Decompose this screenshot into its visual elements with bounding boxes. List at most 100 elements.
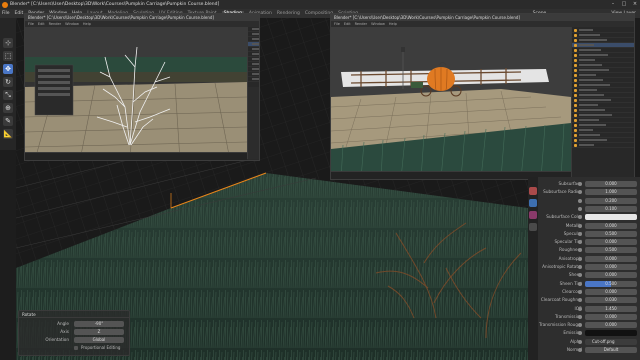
- property-row: Transmission Roug... 0.000: [538, 321, 640, 329]
- socket-dot-icon[interactable]: [578, 348, 582, 352]
- property-row: Subsurface Color: [538, 213, 640, 221]
- left-render-view[interactable]: [25, 27, 247, 160]
- axis-row: Axis Z: [19, 328, 129, 335]
- scale-icon[interactable]: ⤡: [3, 90, 13, 100]
- minimize-button[interactable]: –: [608, 0, 618, 9]
- rotate-icon[interactable]: ↻: [3, 77, 13, 87]
- proportional-checkbox[interactable]: [74, 346, 78, 350]
- object-icon: [574, 133, 577, 137]
- property-field[interactable]: Default: [585, 347, 637, 353]
- property-row: Metallic 0.000: [538, 222, 640, 229]
- outliner-item[interactable]: [572, 143, 634, 148]
- socket-dot-icon[interactable]: [578, 265, 582, 269]
- blender-logo-icon: [2, 1, 8, 8]
- property-field[interactable]: 0.000: [585, 222, 637, 229]
- maximize-button[interactable]: □: [619, 0, 629, 9]
- item-name-placeholder: [579, 39, 607, 41]
- property-field[interactable]: 1.450: [585, 305, 637, 312]
- socket-dot-icon[interactable]: [578, 314, 582, 319]
- title-bar: Blender* [C:\Users\User\Desktop\3D\Work\…: [0, 0, 640, 9]
- item-name-placeholder: [579, 99, 611, 101]
- property-field[interactable]: 0.000: [585, 272, 637, 279]
- object-icon: [574, 78, 577, 82]
- object-icon: [574, 88, 577, 92]
- transform-icon[interactable]: ⊕: [3, 103, 13, 113]
- select-box-icon[interactable]: ⬚: [3, 51, 13, 61]
- cursor-icon[interactable]: ⊹: [3, 38, 13, 48]
- property-field[interactable]: 0.030: [585, 297, 637, 304]
- operator-title[interactable]: Rotate: [19, 311, 129, 318]
- socket-dot-icon[interactable]: [578, 256, 582, 261]
- item-name-placeholder: [579, 129, 593, 131]
- item-name-placeholder: [579, 124, 606, 126]
- item-name-placeholder: [579, 64, 602, 66]
- annotate-icon[interactable]: ✎: [3, 116, 13, 126]
- property-field[interactable]: 1.000: [585, 189, 637, 196]
- property-row: 0.200: [538, 197, 640, 204]
- left-timeline[interactable]: [25, 152, 247, 160]
- angle-field[interactable]: -90°: [74, 321, 124, 327]
- property-field[interactable]: Cut-off.png: [585, 338, 637, 345]
- socket-dot-icon[interactable]: [578, 223, 582, 228]
- object-icon: [574, 43, 577, 47]
- property-field[interactable]: [585, 330, 637, 337]
- property-field[interactable]: 0.000: [585, 322, 637, 329]
- right-render-view[interactable]: [331, 27, 571, 179]
- left-properties[interactable]: [247, 87, 259, 159]
- property-row: Roughness 0.500: [538, 246, 640, 254]
- angle-label: Angle: [57, 321, 69, 326]
- property-row: Specular 0.500: [538, 230, 640, 237]
- property-field[interactable]: 0.000: [585, 239, 637, 246]
- orientation-row: Orientation Global: [19, 336, 129, 343]
- property-field[interactable]: 0.000: [585, 313, 637, 320]
- axis-field[interactable]: Z: [74, 329, 124, 335]
- item-name-placeholder: [579, 84, 610, 86]
- tab-compositing[interactable]: Compositing: [305, 11, 333, 16]
- item-name-placeholder: [579, 49, 601, 51]
- measure-icon[interactable]: 📐: [3, 129, 13, 139]
- property-label: Anisotropic Rotat...: [542, 264, 582, 269]
- item-name-placeholder: [579, 144, 594, 146]
- property-field[interactable]: 0.000: [585, 181, 637, 187]
- menu-edit[interactable]: Edit: [15, 11, 24, 16]
- socket-dot-icon[interactable]: [578, 306, 582, 311]
- socket-dot-icon[interactable]: [578, 281, 582, 286]
- object-icon: [574, 68, 577, 72]
- property-label: Subsurface Radius: [543, 189, 582, 195]
- property-field[interactable]: 0.200: [585, 197, 637, 204]
- property-field[interactable]: 0.000: [585, 264, 637, 270]
- property-field[interactable]: [585, 214, 637, 221]
- property-field[interactable]: 0.000: [585, 288, 637, 295]
- outliner-item[interactable]: [248, 77, 259, 82]
- socket-dot-icon[interactable]: [578, 182, 582, 186]
- move-icon[interactable]: ✥: [3, 64, 13, 74]
- property-field[interactable]: 0.000: [585, 255, 637, 262]
- property-label: Transmission Roug...: [539, 322, 582, 328]
- item-name-placeholder: [579, 109, 605, 111]
- menu-file[interactable]: File: [2, 11, 10, 16]
- socket-dot-icon[interactable]: [578, 339, 582, 344]
- left-outliner[interactable]: [247, 27, 259, 87]
- socket-dot-icon[interactable]: [578, 198, 582, 203]
- property-field[interactable]: 0.100: [585, 205, 637, 212]
- tab-rendering[interactable]: Rendering: [277, 11, 300, 16]
- property-row: Clearcoat 0.000: [538, 288, 640, 295]
- item-name-placeholder: [579, 94, 604, 96]
- property-field[interactable]: 0.500: [585, 230, 637, 237]
- property-field[interactable]: 0.500: [585, 247, 637, 254]
- item-name-placeholder: [579, 114, 612, 116]
- orientation-dropdown[interactable]: Global: [74, 337, 124, 343]
- toolbar: ⊹ ⬚ ✥ ↻ ⤡ ⊕ ✎ 📐: [0, 18, 16, 150]
- property-row: 0.100: [538, 205, 640, 212]
- property-row: Transmission 0.000: [538, 313, 640, 320]
- socket-dot-icon[interactable]: [578, 231, 582, 236]
- close-button[interactable]: ×: [630, 0, 640, 9]
- item-name-placeholder: [579, 34, 600, 36]
- property-field[interactable]: 0.500: [585, 280, 637, 287]
- socket-dot-icon[interactable]: [578, 206, 582, 211]
- socket-dot-icon[interactable]: [578, 289, 582, 294]
- property-row: Sheen 0.000: [538, 271, 640, 279]
- object-icon: [574, 48, 577, 52]
- property-row: Specular Tint 0.000: [538, 238, 640, 246]
- left-blender-window[interactable]: Blender* [C:\Users\User\Desktop\3D\Work\…: [24, 13, 260, 161]
